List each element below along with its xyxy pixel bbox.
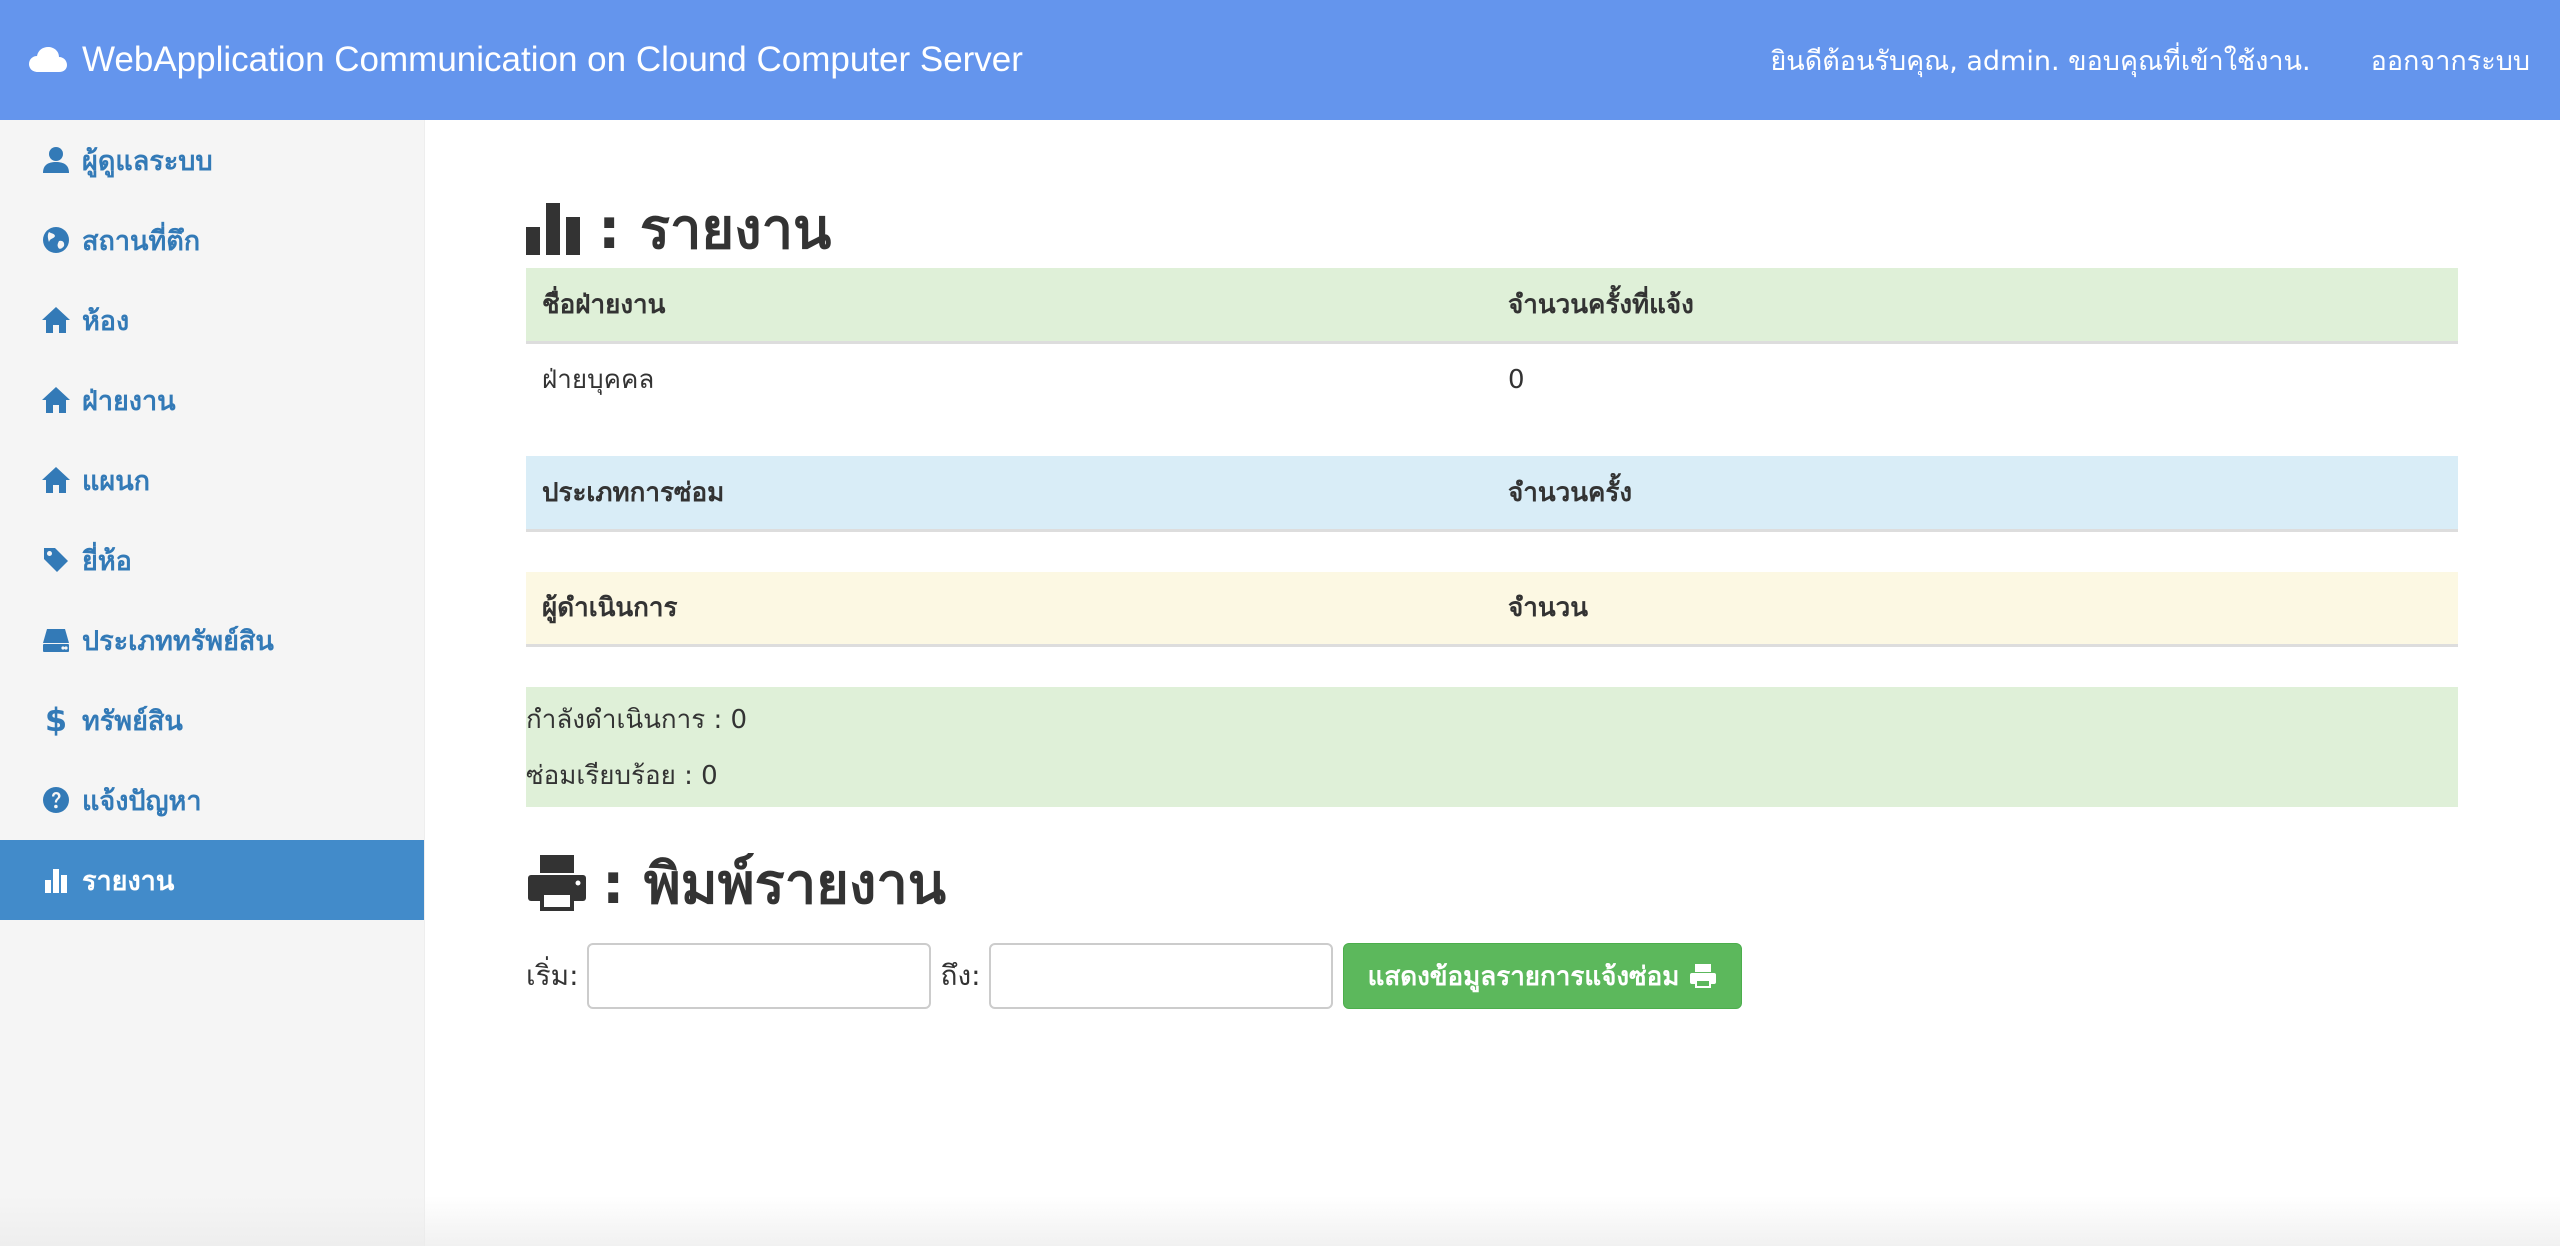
user-icon	[40, 144, 72, 176]
sidebar-item-asset[interactable]: $ ทรัพย์สิน	[0, 680, 424, 760]
table-cell: 0	[1508, 364, 1525, 395]
sidebar-item-section[interactable]: แผนก	[0, 440, 424, 520]
table-header-row: ชื่อฝ่ายงาน จำนวนครั้งที่แจ้ง	[526, 268, 2458, 344]
print-heading: : พิมพ์รายงาน	[526, 843, 2460, 923]
show-repair-list-button[interactable]: แสดงข้อมูลรายการแจ้งซ่อม	[1342, 943, 1743, 1009]
table-row: ฝ่ายบุคคล 0	[526, 342, 2458, 416]
sidebar-item-report[interactable]: รายงาน	[0, 840, 424, 920]
dollar-icon: $	[44, 701, 68, 739]
top-navbar: WebApplication Communication on Clound C…	[0, 0, 2560, 120]
start-date-label: เริ่ม:	[526, 959, 579, 992]
welcome-text: ยินดีต้อนรับคุณ, admin. ขอบคุณที่เข้าใช้…	[1770, 45, 2311, 77]
end-date-input[interactable]	[988, 943, 1333, 1009]
print-heading-text: : พิมพ์รายงาน	[602, 851, 947, 917]
sidebar-item-label: ทรัพย์สิน	[82, 705, 183, 737]
brand-title: WebApplication Communication on Clound C…	[82, 40, 1023, 79]
hdd-icon	[40, 624, 72, 656]
column-header: ประเภทการซ่อม	[526, 456, 1492, 532]
sidebar-item-label: แผนก	[82, 465, 151, 497]
question-icon	[40, 784, 72, 816]
stats-icon	[40, 864, 72, 896]
main-content: : รายงาน ชื่อฝ่ายงาน จำนวนครั้งที่แจ้ง ฝ…	[526, 120, 2460, 1009]
sidebar-item-label: ยี่ห้อ	[82, 545, 132, 577]
report-heading-text: : รายงาน	[598, 196, 832, 262]
sidebar-item-brand[interactable]: ยี่ห้อ	[0, 520, 424, 600]
column-header: จำนวนครั้ง	[1492, 456, 2458, 532]
column-header: ชื่อฝ่ายงาน	[526, 268, 1492, 344]
start-date-input[interactable]	[586, 943, 931, 1009]
sidebar-item-report-problem[interactable]: แจ้งปัญหา	[0, 760, 424, 840]
department-table: ชื่อฝ่ายงาน จำนวนครั้งที่แจ้ง ฝ่ายบุคคล …	[526, 268, 2458, 416]
stats-icon	[526, 201, 584, 255]
sidebar: ผู้ดูแลระบบ สถานที่ตึก ห้อง ฝ่ายงาน แผนก…	[0, 120, 425, 1246]
sidebar-item-admin[interactable]: ผู้ดูแลระบบ	[0, 120, 424, 200]
print-icon	[526, 853, 588, 913]
report-heading: : รายงาน	[526, 188, 2460, 268]
sidebar-item-label: ห้อง	[82, 305, 130, 337]
button-label: แสดงข้อมูลรายการแจ้งซ่อม	[1367, 961, 1680, 992]
home-icon	[40, 464, 72, 496]
sidebar-item-label: สถานที่ตึก	[82, 225, 201, 257]
completed-count: ซ่อมเรียบร้อย : 0	[526, 760, 718, 791]
table-header-row: ผู้ดำเนินการ จำนวน	[526, 571, 2458, 647]
sidebar-item-room[interactable]: ห้อง	[0, 280, 424, 360]
sidebar-item-label: ผู้ดูแลระบบ	[82, 145, 213, 177]
brand[interactable]: WebApplication Communication on Clound C…	[28, 40, 1023, 80]
sidebar-item-label: ประเภททรัพย์สิน	[82, 625, 274, 657]
status-summary: กำลังดำเนินการ : 0 ซ่อมเรียบร้อย : 0	[526, 687, 2458, 807]
table-header-row: ประเภทการซ่อม จำนวนครั้ง	[526, 456, 2458, 532]
end-date-label: ถึง:	[940, 959, 981, 992]
sidebar-item-asset-type[interactable]: ประเภททรัพย์สิน	[0, 600, 424, 680]
in-progress-count: กำลังดำเนินการ : 0	[526, 704, 748, 735]
column-header: จำนวนครั้งที่แจ้ง	[1492, 268, 2458, 344]
tag-icon	[40, 544, 72, 576]
repair-type-table: ประเภทการซ่อม จำนวนครั้ง	[526, 456, 2458, 532]
date-range-form: เริ่ม: ถึง: แสดงข้อมูลรายการแจ้งซ่อม	[526, 943, 2460, 1009]
operator-table: ผู้ดำเนินการ จำนวน	[526, 571, 2458, 647]
table-cell: ฝ่ายบุคคล	[542, 365, 655, 396]
sidebar-item-department[interactable]: ฝ่ายงาน	[0, 360, 424, 440]
home-icon	[40, 384, 72, 416]
sidebar-item-label: รายงาน	[82, 865, 175, 897]
column-header: จำนวน	[1492, 571, 2458, 647]
sidebar-item-label: ฝ่ายงาน	[82, 385, 176, 417]
logout-link[interactable]: ออกจากระบบ	[2371, 39, 2530, 82]
column-header: ผู้ดำเนินการ	[526, 571, 1492, 647]
print-icon	[1689, 963, 1717, 989]
cloud-icon	[28, 46, 68, 74]
sidebar-item-label: แจ้งปัญหา	[82, 785, 202, 817]
home-icon	[40, 304, 72, 336]
sidebar-item-building[interactable]: สถานที่ตึก	[0, 200, 424, 280]
globe-icon	[40, 224, 72, 256]
